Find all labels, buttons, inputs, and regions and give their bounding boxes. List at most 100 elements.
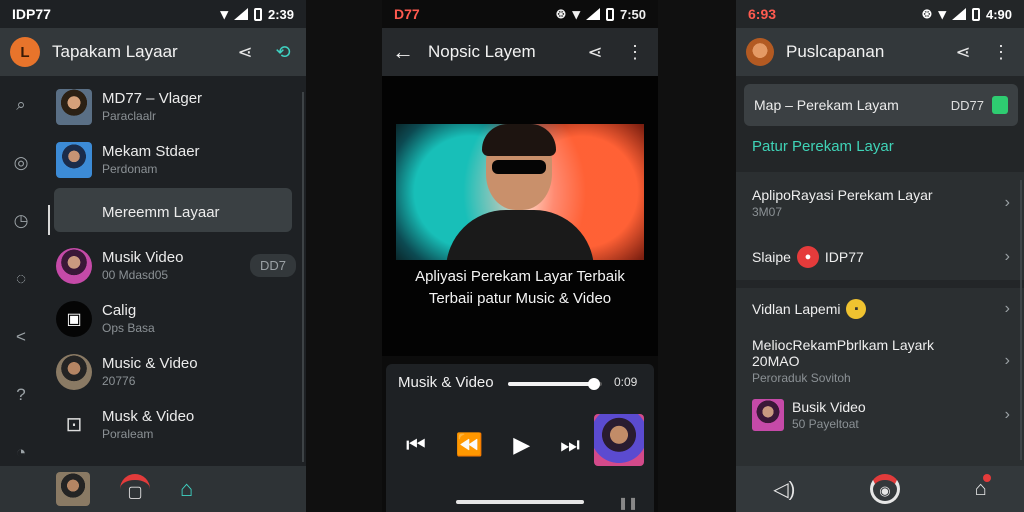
more-vert-icon[interactable]: ⋮ — [622, 39, 648, 65]
settings-row-subtitle: Peroraduk Sovitoh — [752, 371, 851, 385]
camera-icon[interactable]: ◎ — [0, 134, 42, 192]
status-carrier: D77 — [394, 6, 420, 22]
status-bar: IDP77 ▾ 2:39 — [0, 0, 306, 28]
selection-indicator — [48, 205, 50, 235]
wifi-icon: ▾ — [220, 6, 228, 23]
home-icon[interactable]: ⌂ — [180, 476, 193, 502]
list-item[interactable]: ▣ Calig Ops Basa — [52, 292, 306, 345]
status-time: 4:90 — [985, 6, 1012, 22]
list-item-title: Musk & Video — [102, 408, 195, 425]
list-item-title: Musik Video — [102, 249, 184, 266]
back-arrow-icon[interactable]: ← — [392, 39, 414, 65]
avatar[interactable] — [56, 472, 90, 506]
list-item[interactable]: MD77 – Vlager Paraclaalr — [52, 80, 306, 133]
seek-bar[interactable] — [508, 378, 602, 390]
share-icon[interactable]: ⋖ — [232, 39, 258, 65]
avatar — [56, 141, 92, 178]
record-icon[interactable]: ▢ — [120, 474, 150, 504]
list-item[interactable]: Music & Video 20776 — [52, 345, 306, 398]
phone-screen-settings: 6:93 ⊛ ▾ 4:90 Puslcapanan ⋖ ⋮ Map – Pere… — [736, 0, 1024, 512]
rewind-icon[interactable]: ⏪ — [456, 432, 483, 458]
media-list: MD77 – Vlager Paraclaalr Mekam Stdaer Pe… — [52, 80, 306, 451]
settings-row-subtitle: 3M07 — [752, 205, 783, 219]
home-indicator[interactable] — [456, 500, 584, 504]
battery-icon — [971, 7, 980, 21]
list-item-title: Music & Video — [102, 355, 198, 372]
track-time: 0:09 — [614, 375, 638, 389]
status-carrier: 6:93 — [748, 6, 777, 22]
home-icon[interactable]: ⌂ — [975, 473, 991, 501]
chevron-right-icon: › — [1004, 406, 1010, 423]
settings-row[interactable]: Vidlan Lapemi ▪ › — [736, 288, 1024, 330]
share-icon[interactable]: < — [0, 308, 42, 366]
app-title: Tapakam Layaar — [52, 42, 178, 61]
status-time: 7:50 — [619, 6, 646, 22]
status-bar: D77 ⊛ ▾ 7:50 — [382, 0, 658, 28]
share-icon[interactable]: ⋖ — [582, 39, 608, 65]
chevron-right-icon: › — [1004, 352, 1010, 369]
wifi-icon: ▾ — [572, 6, 580, 23]
video-preview[interactable]: Apliyasi Perekam Layar Terbaik Terbaii p… — [382, 76, 658, 356]
settings-row[interactable]: Slaipe ● IDP77 › — [736, 234, 1024, 280]
battery-chip-icon — [992, 96, 1008, 114]
settings-row[interactable]: MeliocRekamPbrlkam Layark 20MAO Peroradu… — [736, 330, 1024, 392]
list-item-subtitle: Ops Basa — [102, 321, 155, 335]
screenshot-canvas: IDP77 ▾ 2:39 L Tapakam Layaar ⋖ ⟲ ⌕ ◎ ◷ … — [0, 0, 1024, 512]
list-item-title: Mereemm Layaar — [102, 204, 220, 221]
scrollbar[interactable] — [302, 92, 304, 462]
search-icon[interactable]: ⌕ — [0, 76, 42, 134]
chat-icon[interactable]: ◌ — [0, 250, 42, 308]
alarm-icon: ⊛ — [555, 6, 567, 21]
signal-icon — [951, 8, 966, 20]
settings-row-title: Vidlan Lapemi — [752, 301, 841, 317]
section-label[interactable]: Patur Perekam Layar — [752, 138, 894, 155]
settings-row[interactable]: Busik Video 50 Payeltoat › — [736, 392, 1024, 438]
clock-icon[interactable]: ◷ — [0, 192, 42, 250]
record-icon[interactable]: ◉ — [869, 474, 900, 504]
album-art[interactable] — [594, 414, 644, 466]
chevron-right-icon: › — [1004, 194, 1010, 211]
playback-controls: ⏮ ⏪ ▶ ⏭ — [406, 432, 580, 458]
folder-icon: ▪ — [846, 299, 867, 319]
app-bar: L Tapakam Layaar ⋖ ⟲ — [0, 28, 306, 76]
hero-image — [396, 124, 644, 260]
record-icon: ● — [796, 246, 819, 268]
settings-row[interactable]: AplipoRayasi Perekam Layar 3M07 › — [736, 172, 1024, 234]
video-caption: Apliyasi Perekam Layar Terbaik Terbaii p… — [415, 268, 625, 307]
scrollbar[interactable] — [1020, 180, 1022, 460]
list-item-subtitle: Paraclaalr — [102, 109, 157, 123]
skip-next-icon[interactable]: ⏭ — [560, 432, 580, 458]
status-carrier: IDP77 — [12, 6, 51, 22]
settings-group: AplipoRayasi Perekam Layar 3M07 › Slaipe… — [736, 172, 1024, 280]
track-title: Musik & Video — [398, 374, 494, 391]
list-item-subtitle: Perdonam — [102, 162, 158, 176]
list-item[interactable]: Musik Video 00 Mdasd05 DD7 — [52, 239, 306, 292]
share-icon[interactable]: ⋖ — [950, 39, 976, 65]
settings-group: Vidlan Lapemi ▪ › MeliocRekamPbrlkam Lay… — [736, 288, 1024, 468]
settings-row-title: MeliocRekamPbrlkam Layark — [752, 337, 935, 353]
seek-handle[interactable] — [588, 378, 601, 390]
app-title: Puslcapanan — [786, 42, 885, 61]
volume-icon[interactable]: ◁) — [773, 477, 795, 502]
list-item[interactable]: ⊡ Musk & Video Poraleam — [52, 398, 306, 451]
signal-icon — [585, 8, 600, 20]
more-vert-icon[interactable]: ⋮ — [988, 39, 1014, 65]
pause-icon[interactable]: ❚❚ — [618, 496, 638, 510]
search-field[interactable]: Map – Perekam Layam DD77 — [744, 84, 1018, 126]
search-text: Map – Perekam Layam — [754, 97, 899, 113]
list-item-title: Mekam Stdaer — [102, 143, 200, 160]
avatar[interactable] — [746, 38, 774, 66]
chevron-right-icon: › — [1004, 300, 1010, 317]
help-icon[interactable]: ? — [0, 366, 42, 424]
bottom-nav: ◁) ◉ ⌂ — [736, 466, 1024, 512]
camera-icon: ⊡ — [65, 414, 83, 436]
phone-screen-library: IDP77 ▾ 2:39 L Tapakam Layaar ⋖ ⟲ ⌕ ◎ ◷ … — [0, 0, 306, 512]
skip-previous-icon[interactable]: ⏮ — [406, 432, 426, 458]
list-item[interactable]: Mekam Stdaer Perdonam — [52, 133, 306, 186]
sync-icon[interactable]: ⟲ — [270, 39, 296, 65]
list-item-subtitle: 00 Mdasd05 — [102, 268, 169, 282]
list-item-selected[interactable]: ▤ Mereemm Layaar — [52, 186, 306, 239]
list-item-title: Calig — [102, 302, 137, 319]
status-badge[interactable]: DD7 — [249, 254, 296, 277]
play-icon[interactable]: ▶ — [513, 432, 530, 458]
